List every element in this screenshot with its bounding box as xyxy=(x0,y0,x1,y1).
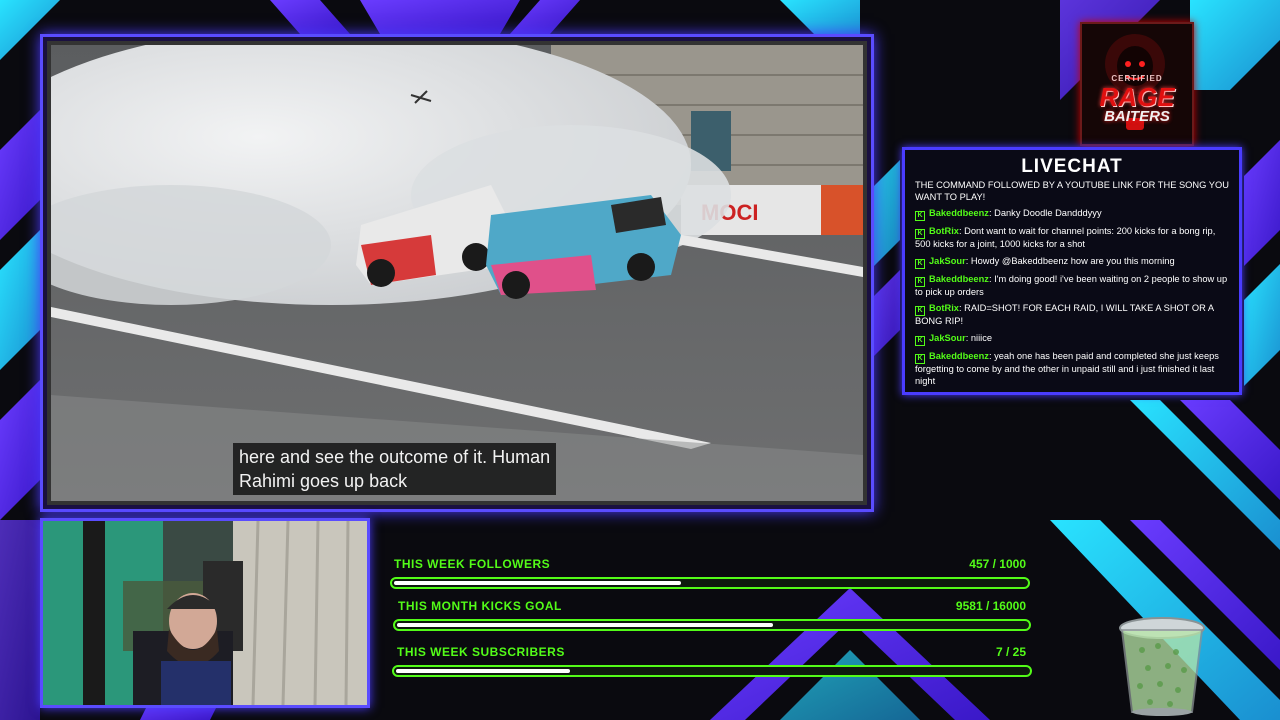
chat-message: K JakSour: Howdy @Bakeddbeenz how are you… xyxy=(915,256,1229,269)
caption-line-1: here and see the outcome of it. Human xyxy=(239,447,551,467)
chat-command-text: THE COMMAND FOLLOWED BY A YOUTUBE LINK F… xyxy=(915,180,1229,202)
kick-badge-icon: K xyxy=(915,353,925,364)
livechat-title: LIVECHAT xyxy=(1021,156,1123,177)
chat-username[interactable]: JakSour xyxy=(929,256,966,266)
goal-count-followers: 457 / 1000 xyxy=(969,557,1026,571)
chat-message: K BotRix: RAID=SHOT! FOR EACH RAID, I WIL… xyxy=(915,303,1214,327)
chat-username[interactable]: Bakeddbeenz xyxy=(929,351,989,361)
video-content: MOCI here and see the outcome of it. Hum… xyxy=(51,45,863,501)
logo-text-baiters: BAITERS xyxy=(1104,108,1170,125)
goal-bar-kicks xyxy=(393,619,1031,631)
goal-label-followers: THIS WEEK FOLLOWERS xyxy=(394,557,551,571)
chat-username[interactable]: BotRix xyxy=(929,303,959,313)
chat-username[interactable]: Bakeddbeenz xyxy=(929,208,989,218)
chat-message: K Bakeddbeenz: I'm doing good! i've been … xyxy=(915,273,1228,297)
kick-badge-icon: K xyxy=(915,229,925,240)
goal-label-kicks: THIS MONTH KICKS GOAL xyxy=(398,599,562,613)
goal-count-subscribers: 7 / 25 xyxy=(995,645,1026,659)
chat-username[interactable]: Bakeddbeenz xyxy=(929,274,989,284)
goal-bar-followers xyxy=(390,577,1030,589)
livechat-panel[interactable]: LIVECHAT THE COMMAND FOLLOWED BY A YOUTU… xyxy=(902,147,1242,395)
webcam-panel[interactable] xyxy=(40,518,370,708)
chat-text: Dont want to wait for channel points: 20… xyxy=(915,226,1216,250)
kick-badge-icon: K xyxy=(915,258,925,269)
chat-text: Howdy @Bakeddbeenz how are you this morn… xyxy=(970,255,1175,266)
chat-text: Danky Doodle Dandddyyy xyxy=(994,208,1102,219)
chat-message: K BotRix: Dont want to wait for channel p… xyxy=(915,226,1216,250)
chat-message: K Bakeddbeenz: Danky Doodle Dandddyyy xyxy=(915,208,1229,222)
chat-text: RAID=SHOT! FOR EACH RAID, I WILL TAKE A … xyxy=(915,303,1214,327)
tip-jar-cup-icon xyxy=(1119,617,1205,716)
kick-badge-icon: K xyxy=(915,211,925,222)
chat-username[interactable]: BotRix xyxy=(929,226,959,236)
webcam-feed xyxy=(43,521,367,705)
chat-text: niiice xyxy=(970,332,993,343)
kick-badge-icon: K xyxy=(915,335,925,346)
channel-logo: CERTIFIED RAGE BAITERS xyxy=(1080,22,1194,146)
chat-message: K Bakeddbeenz: yeah one has been paid and… xyxy=(915,350,1219,386)
goal-count-kicks: 9581 / 16000 xyxy=(955,599,1026,613)
goal-fill xyxy=(394,581,681,585)
goal-bar-subscribers xyxy=(392,665,1032,677)
goal-label-subscribers: THIS WEEK SUBSCRIBERS xyxy=(397,645,565,659)
kick-badge-icon: K xyxy=(915,276,925,287)
drift-cars-scene: MOCI xyxy=(51,45,863,501)
main-video-panel[interactable]: MOCI here and see the outcome of it. Hum… xyxy=(40,34,874,512)
kick-badge-icon: K xyxy=(915,306,925,317)
chat-username[interactable]: JakSour xyxy=(929,333,966,343)
caption-line-2: Rahimi goes up back xyxy=(239,471,408,491)
chat-message: K JakSour: niiice xyxy=(915,333,1229,346)
video-caption: here and see the outcome of it. Human Ra… xyxy=(233,443,557,495)
goal-fill xyxy=(397,623,773,627)
goal-fill xyxy=(396,669,571,673)
